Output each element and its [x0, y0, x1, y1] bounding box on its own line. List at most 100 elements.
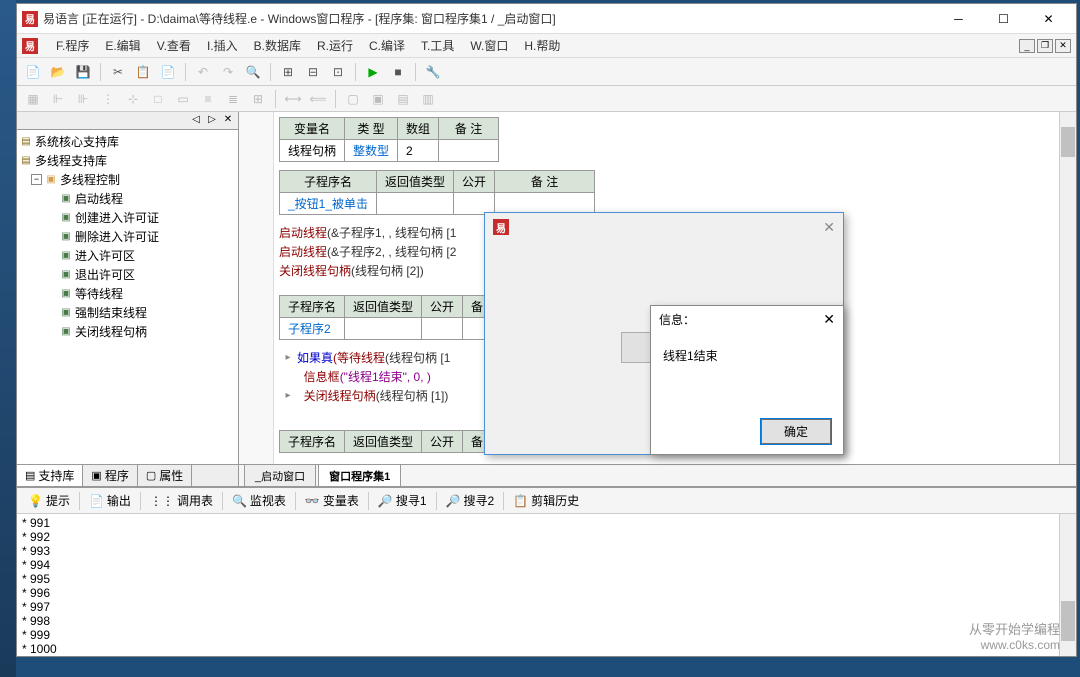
btn-watch[interactable]: 🔍监视表 — [226, 490, 292, 511]
debug-icon[interactable]: 🔧 — [422, 61, 444, 83]
panel-close-icon[interactable]: ✕ — [221, 112, 235, 126]
stop-icon[interactable]: ■ — [387, 61, 409, 83]
redo-icon[interactable]: ↷ — [217, 61, 239, 83]
tb2-5[interactable]: ⊹ — [122, 88, 144, 110]
close-button[interactable]: ✕ — [1026, 5, 1071, 33]
menu-view[interactable]: V.查看 — [149, 35, 199, 56]
tb2-15[interactable]: ▤ — [392, 88, 414, 110]
tb2-3[interactable]: ⊪ — [72, 88, 94, 110]
run-icon[interactable]: ▶ — [362, 61, 384, 83]
mdi-close[interactable]: ✕ — [1055, 39, 1071, 53]
btn-output[interactable]: 📄输出 — [83, 490, 137, 511]
window3-icon[interactable]: ⊡ — [327, 61, 349, 83]
tb2-4[interactable]: ⋮ — [97, 88, 119, 110]
menu-help[interactable]: H.帮助 — [516, 35, 568, 56]
panel-next-icon[interactable]: ▷ — [205, 112, 219, 126]
subroutine-table-3[interactable]: 子程序名返回值类型公开备 — [279, 430, 492, 453]
message-box[interactable]: 信息： ✕ 线程1结束 确定 — [650, 305, 844, 455]
menu-tools[interactable]: T.工具 — [413, 35, 462, 56]
subroutine-table-2[interactable]: 子程序名返回值类型公开备 子程序2 — [279, 295, 492, 340]
output-line: * 995 — [22, 572, 1071, 586]
tree-node[interactable]: 系统核心支持库 — [35, 133, 119, 150]
tab-startup-window[interactable]: _启动窗口 — [244, 464, 316, 486]
msgbox-message: 线程1结束 — [651, 332, 843, 379]
mdi-minimize[interactable]: _ — [1019, 39, 1035, 53]
menu-compile[interactable]: C.编译 — [361, 35, 413, 56]
tree-node[interactable]: 多线程控制 — [60, 171, 120, 188]
output-line: * 996 — [22, 586, 1071, 600]
subroutine-table-1[interactable]: 子程序名返回值类型公开备 注 _按钮1_被单击 — [279, 170, 595, 215]
menu-insert[interactable]: I.插入 — [199, 35, 246, 56]
menu-program[interactable]: F.程序 — [48, 35, 97, 56]
mdi-restore[interactable]: ❐ — [1037, 39, 1053, 53]
tab-window-set[interactable]: 窗口程序集1 — [318, 464, 401, 486]
tb2-1[interactable]: ▦ — [22, 88, 44, 110]
tree-leaf[interactable]: 强制结束线程 — [75, 304, 147, 321]
tree-leaf[interactable]: 删除进入许可证 — [75, 228, 159, 245]
btn-calltable[interactable]: ⋮⋮调用表 — [144, 490, 219, 511]
copy-icon[interactable]: 📋 — [132, 61, 154, 83]
btn-search2[interactable]: 🔎搜寻2 — [440, 490, 501, 511]
undo-icon[interactable]: ↶ — [192, 61, 214, 83]
msgbox-close-icon[interactable]: ✕ — [823, 311, 835, 328]
menu-edit[interactable]: E.编辑 — [97, 35, 148, 56]
tree-leaf[interactable]: 创建进入许可证 — [75, 209, 159, 226]
library-tree[interactable]: ▤系统核心支持库 ▤多线程支持库 −▣多线程控制 ▣启动线程 ▣创建进入许可证 … — [17, 130, 238, 464]
output-line: * 999 — [22, 628, 1071, 642]
ok-button[interactable]: 确定 — [761, 419, 831, 444]
tb2-11[interactable]: ⟷ — [282, 88, 304, 110]
cut-icon[interactable]: ✂ — [107, 61, 129, 83]
paste-icon[interactable]: 📄 — [157, 61, 179, 83]
left-panel: ◁ ▷ ✕ ▤系统核心支持库 ▤多线程支持库 −▣多线程控制 ▣启动线程 ▣创建… — [17, 112, 239, 486]
tree-leaf[interactable]: 等待线程 — [75, 285, 123, 302]
tb2-16[interactable]: ▥ — [417, 88, 439, 110]
dialog-close-icon[interactable]: ✕ — [823, 219, 835, 236]
variable-table[interactable]: 变量名类 型数组备 注 线程句柄整数型2 — [279, 117, 499, 162]
tb2-2[interactable]: ⊩ — [47, 88, 69, 110]
output-text[interactable]: * 991 * 992 * 993 * 994 * 995 * 996 * 99… — [17, 514, 1076, 656]
output-scrollbar[interactable] — [1059, 514, 1076, 656]
tb2-12[interactable]: ⟸ — [307, 88, 329, 110]
btn-tips[interactable]: 💡提示 — [22, 490, 76, 511]
output-line: * 998 — [22, 614, 1071, 628]
open-icon[interactable]: 📂 — [47, 61, 69, 83]
tab-support-lib[interactable]: ▤ 支持库 — [17, 465, 83, 486]
menu-run[interactable]: R.运行 — [309, 35, 361, 56]
maximize-button[interactable]: ☐ — [981, 5, 1026, 33]
title-bar[interactable]: 易 易语言 [正在运行] - D:\daima\等待线程.e - Windows… — [17, 4, 1076, 34]
tb2-9[interactable]: ≣ — [222, 88, 244, 110]
tb2-13[interactable]: ▢ — [342, 88, 364, 110]
menu-window[interactable]: W.窗口 — [462, 35, 516, 56]
tab-program[interactable]: ▣ 程序 — [83, 465, 137, 486]
tree-leaf[interactable]: 启动线程 — [75, 190, 123, 207]
tb2-6[interactable]: □ — [147, 88, 169, 110]
btn-vars[interactable]: 👓变量表 — [299, 490, 365, 511]
menu-database[interactable]: B.数据库 — [246, 35, 309, 56]
window2-icon[interactable]: ⊟ — [302, 61, 324, 83]
tb2-7[interactable]: ▭ — [172, 88, 194, 110]
vertical-scrollbar[interactable] — [1059, 112, 1076, 464]
btn-search1[interactable]: 🔎搜寻1 — [372, 490, 433, 511]
window-title: 易语言 [正在运行] - D:\daima\等待线程.e - Windows窗口… — [43, 10, 936, 27]
tb2-14[interactable]: ▣ — [367, 88, 389, 110]
output-line: * 994 — [22, 558, 1071, 572]
save-icon[interactable]: 💾 — [72, 61, 94, 83]
new-icon[interactable]: 📄 — [22, 61, 44, 83]
tree-leaf[interactable]: 进入许可区 — [75, 247, 135, 264]
toolbar-main: 📄 📂 💾 ✂ 📋 📄 ↶ ↷ 🔍 ⊞ ⊟ ⊡ ▶ ■ 🔧 — [17, 58, 1076, 86]
tree-leaf[interactable]: 退出许可区 — [75, 266, 135, 283]
window1-icon[interactable]: ⊞ — [277, 61, 299, 83]
tree-collapse-icon[interactable]: − — [31, 174, 42, 185]
tree-leaf[interactable]: 关闭线程句柄 — [75, 323, 147, 340]
output-panel: 💡提示 📄输出 ⋮⋮调用表 🔍监视表 👓变量表 🔎搜寻1 🔎搜寻2 📋剪辑历史 … — [17, 486, 1076, 656]
tab-properties[interactable]: ▢ 属性 — [138, 465, 192, 486]
btn-clipboard[interactable]: 📋剪辑历史 — [507, 490, 585, 511]
app-icon-small: 易 — [22, 38, 38, 54]
tb2-10[interactable]: ⊞ — [247, 88, 269, 110]
tb2-8[interactable]: ≡ — [197, 88, 219, 110]
minimize-button[interactable]: ─ — [936, 5, 981, 33]
find-icon[interactable]: 🔍 — [242, 61, 264, 83]
menu-bar: 易 F.程序 E.编辑 V.查看 I.插入 B.数据库 R.运行 C.编译 T.… — [17, 34, 1076, 58]
panel-prev-icon[interactable]: ◁ — [189, 112, 203, 126]
tree-node[interactable]: 多线程支持库 — [35, 152, 107, 169]
